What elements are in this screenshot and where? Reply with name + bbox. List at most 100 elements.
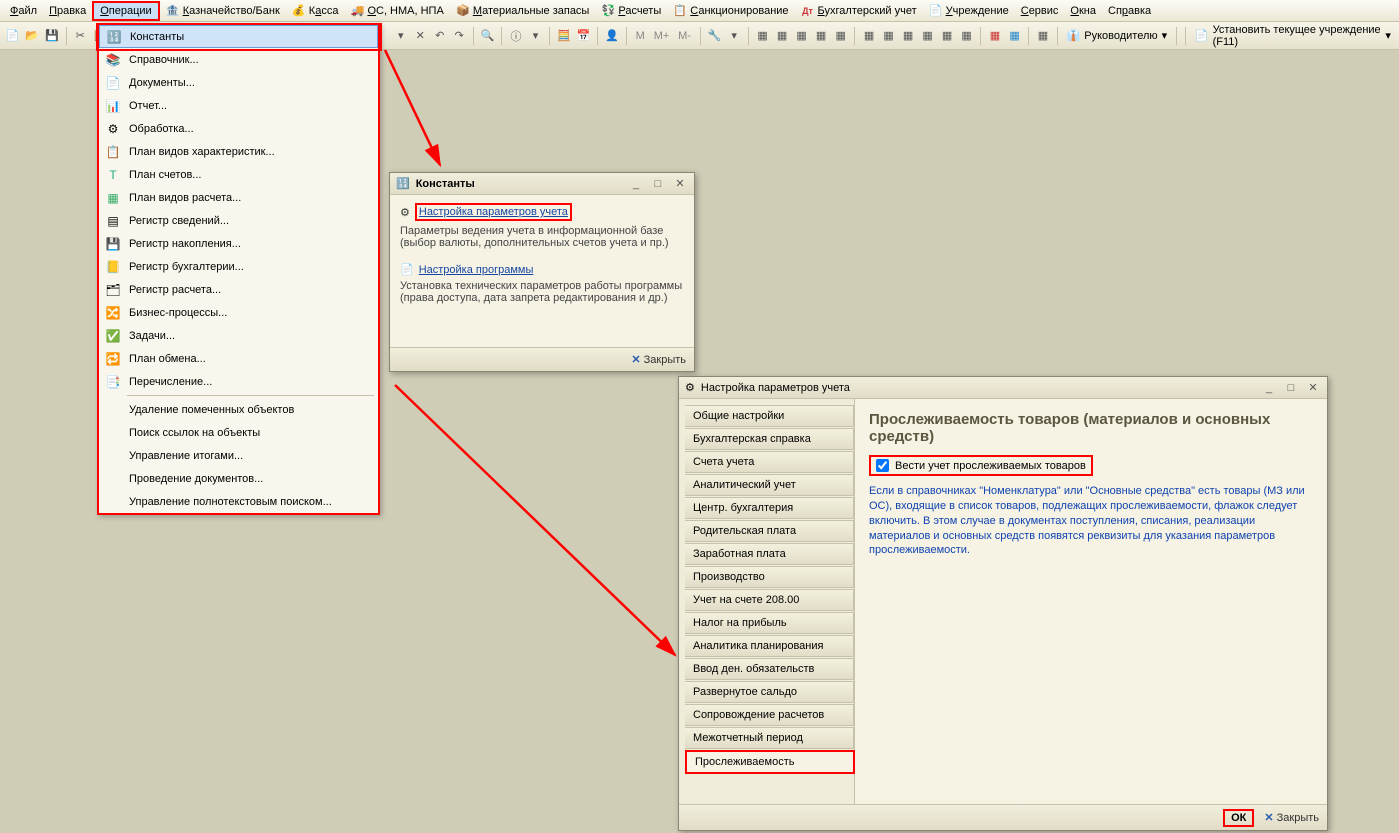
menu-assets[interactable]: 🚚ОС, НМА, НПА (344, 2, 449, 20)
tab-salary[interactable]: Заработная плата (685, 543, 854, 565)
tab-profit-tax[interactable]: Налог на прибыль (685, 612, 854, 634)
dd-fulltext[interactable]: Управление полнотекстовым поиском... (99, 490, 378, 513)
t8-icon[interactable]: ▦ (899, 26, 917, 46)
open-icon[interactable]: 📂 (24, 26, 42, 46)
dd-enum[interactable]: 📑Перечисление... (99, 370, 378, 393)
tab-parent-fee[interactable]: Родительская плата (685, 520, 854, 542)
menu-operations[interactable]: Операции (92, 1, 159, 21)
dd-exchange[interactable]: 🔁План обмена... (99, 347, 378, 370)
t10-icon[interactable]: ▦ (938, 26, 956, 46)
dd-plan-accounts[interactable]: ТПлан счетов... (99, 163, 378, 186)
redo-icon[interactable]: ↷ (451, 26, 469, 46)
menu-service[interactable]: Сервис (1015, 3, 1065, 19)
maximize-icon[interactable]: □ (650, 178, 666, 190)
undo-icon[interactable]: ↶ (431, 26, 449, 46)
close-button[interactable]: ✕Закрыть (631, 353, 686, 366)
menu-sanction[interactable]: 📋Санкционирование (667, 2, 794, 20)
calendar-icon[interactable]: 📅 (575, 26, 593, 46)
tab-balance[interactable]: Развернутое сальдо (685, 681, 854, 703)
dropdown-icon[interactable]: ▾ (392, 26, 410, 46)
t1-icon[interactable]: ▦ (754, 26, 772, 46)
tab-interperiod[interactable]: Межотчетный период (685, 727, 854, 749)
window-titlebar[interactable]: ⚙ Настройка параметров учета _ □ ✕ (679, 377, 1327, 399)
program-settings-link[interactable]: Настройка программы (419, 264, 534, 276)
set-institution[interactable]: 📄Установить текущее учреждение (F11) ▾ (1191, 24, 1395, 48)
m-label[interactable]: М (632, 26, 650, 46)
tab-obligations[interactable]: Ввод ден. обязательств (685, 658, 854, 680)
dd-posting[interactable]: Проведение документов... (99, 467, 378, 490)
traceability-checkbox[interactable] (876, 459, 889, 472)
t7-icon[interactable]: ▦ (880, 26, 898, 46)
new-icon[interactable]: 📄 (4, 26, 22, 46)
dd-reg-accum[interactable]: 💾Регистр накопления... (99, 232, 378, 255)
t11-icon[interactable]: ▦ (958, 26, 976, 46)
tab-central[interactable]: Центр. бухгалтерия (685, 497, 854, 519)
menu-help[interactable]: Справка (1102, 3, 1157, 19)
chevron-down-icon[interactable]: ▾ (725, 26, 743, 46)
ok-button[interactable]: ОК (1223, 809, 1254, 827)
menu-institution[interactable]: 📄Учреждение (923, 2, 1015, 20)
tab-traceability[interactable]: Прослеживаемость (685, 750, 855, 774)
tab-accounting-note[interactable]: Бухгалтерская справка (685, 428, 854, 450)
tab-analytics[interactable]: Аналитический учет (685, 474, 854, 496)
t3-icon[interactable]: ▦ (793, 26, 811, 46)
t9-icon[interactable]: ▦ (919, 26, 937, 46)
dd-processing[interactable]: ⚙Обработка... (99, 117, 378, 140)
minimize-icon[interactable]: _ (1261, 382, 1277, 394)
chevron-down-icon[interactable]: ▾ (527, 26, 545, 46)
wrench-icon[interactable]: 🔧 (706, 26, 724, 46)
menu-file[interactable]: Файл (4, 3, 43, 19)
search-icon[interactable]: 🔍 (479, 26, 497, 46)
close-icon[interactable]: ✕ (1305, 381, 1321, 394)
close-button[interactable]: ✕Закрыть (1264, 811, 1319, 824)
cut-icon[interactable]: ✂ (71, 26, 89, 46)
t13-icon[interactable]: ▦ (1006, 26, 1024, 46)
menu-payments[interactable]: 💱Расчеты (595, 2, 667, 20)
m-minus[interactable]: М- (674, 26, 695, 46)
t4-icon[interactable]: ▦ (812, 26, 830, 46)
calc-icon[interactable]: 🧮 (555, 26, 573, 46)
menu-accounting[interactable]: ДтБухгалтерский учет (795, 2, 923, 20)
m-plus[interactable]: М+ (651, 26, 672, 46)
menu-windows[interactable]: Окна (1064, 3, 1102, 19)
save-icon[interactable]: 💾 (43, 26, 61, 46)
close-icon[interactable]: ✕ (672, 177, 688, 190)
tab-208[interactable]: Учет на счете 208.00 (685, 589, 854, 611)
dd-delete-marked[interactable]: Удаление помеченных объектов (99, 398, 378, 421)
dd-constants[interactable]: 🔢Константы (99, 25, 378, 48)
dd-find-refs[interactable]: Поиск ссылок на объекты (99, 421, 378, 444)
x-icon[interactable]: ✕ (411, 26, 429, 46)
role-selector[interactable]: 👔Руководителю ▾ (1063, 29, 1172, 42)
dd-totals[interactable]: Управление итогами... (99, 444, 378, 467)
t2-icon[interactable]: ▦ (773, 26, 791, 46)
tab-planning[interactable]: Аналитика планирования (685, 635, 854, 657)
tab-general[interactable]: Общие настройки (685, 405, 854, 427)
t14-icon[interactable]: ▦ (1034, 26, 1052, 46)
window-titlebar[interactable]: 🔢 Константы _ □ ✕ (390, 173, 694, 195)
menu-treasury[interactable]: 🏦Казначейство/Банк (160, 2, 286, 20)
settings-link[interactable]: Настройка параметров учета (415, 203, 572, 221)
user-icon[interactable]: 👤 (603, 26, 621, 46)
minimize-icon[interactable]: _ (628, 178, 644, 190)
dd-reference[interactable]: 📚Справочник... (99, 48, 378, 71)
info-icon[interactable]: ⓘ (507, 26, 525, 46)
dd-plan-char[interactable]: 📋План видов характеристик... (99, 140, 378, 163)
tab-production[interactable]: Производство (685, 566, 854, 588)
dd-report[interactable]: 📊Отчет... (99, 94, 378, 117)
tab-accounts[interactable]: Счета учета (685, 451, 854, 473)
dd-plan-calc[interactable]: ▦План видов расчета... (99, 186, 378, 209)
menu-cash[interactable]: 💰Касса (286, 2, 345, 20)
dd-reg-accounting[interactable]: 📒Регистр бухгалтерии... (99, 255, 378, 278)
t12-icon[interactable]: ▦ (986, 26, 1004, 46)
dd-tasks[interactable]: ✅Задачи... (99, 324, 378, 347)
dd-biz-process[interactable]: 🔀Бизнес-процессы... (99, 301, 378, 324)
menu-edit[interactable]: Правка (43, 3, 92, 19)
dd-reg-info[interactable]: ▤Регистр сведений... (99, 209, 378, 232)
t6-icon[interactable]: ▦ (860, 26, 878, 46)
dd-documents[interactable]: 📄Документы... (99, 71, 378, 94)
maximize-icon[interactable]: □ (1283, 382, 1299, 394)
t5-icon[interactable]: ▦ (832, 26, 850, 46)
dd-reg-calc[interactable]: 🗂Регистр расчета... (99, 278, 378, 301)
menu-materials[interactable]: 📦Материальные запасы (450, 2, 596, 20)
tab-support[interactable]: Сопровождение расчетов (685, 704, 854, 726)
